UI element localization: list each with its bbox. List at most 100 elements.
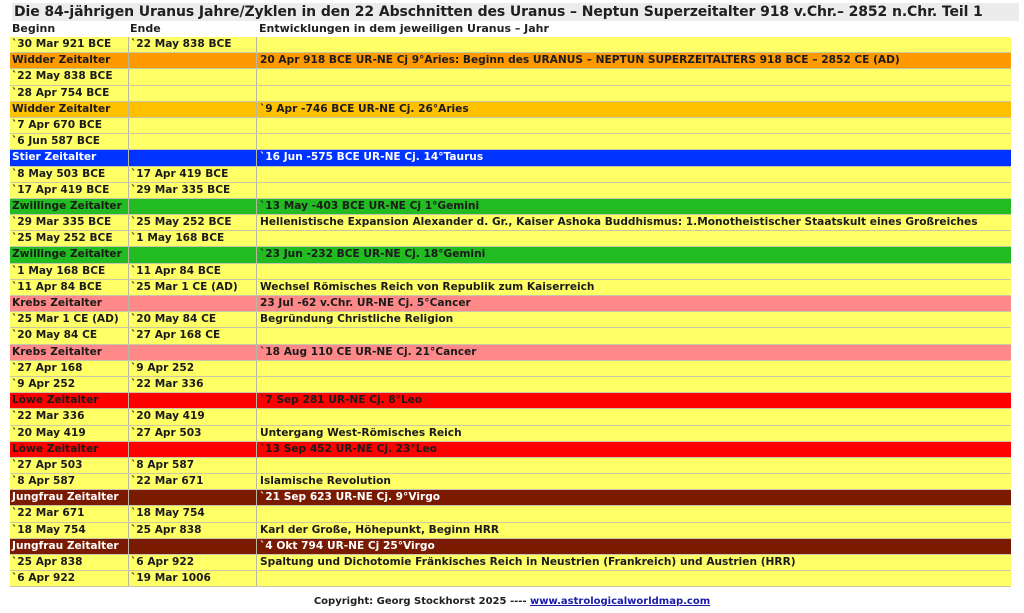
end-cell: `17 Apr 419 BCE xyxy=(128,166,256,182)
end-cell xyxy=(128,296,256,312)
end-cell: `25 Apr 838 xyxy=(128,522,256,538)
development-cell xyxy=(256,69,1011,85)
end-cell: `20 May 84 CE xyxy=(128,312,256,328)
end-cell: `9 Apr 252 xyxy=(128,360,256,376)
table-row: `6 Apr 922 `19 Mar 1006 xyxy=(10,571,1011,588)
development-cell: Begründung Christliche Religion xyxy=(256,312,1011,328)
begin-cell: Widder Zeitalter xyxy=(12,54,111,67)
end-cell xyxy=(128,490,256,506)
begin-cell: `1 May 168 BCE xyxy=(12,264,106,277)
table-row: `28 Apr 754 BCE xyxy=(10,85,1011,102)
development-cell xyxy=(256,85,1011,101)
end-cell: `27 Apr 168 CE xyxy=(128,328,256,344)
copyright-text: Copyright: Georg Stockhorst 2025 ---- xyxy=(313,596,531,607)
development-cell: `7 Sep 281 UR-NE Cj. 8°Leo xyxy=(256,393,1011,409)
footer: Copyright: Georg Stockhorst 2025 ---- ww… xyxy=(0,596,1024,607)
end-cell: `27 Apr 503 xyxy=(128,425,256,441)
begin-cell: Jungfrau Zeitalter xyxy=(12,491,119,504)
end-cell xyxy=(128,150,256,166)
end-cell xyxy=(128,53,256,69)
table-row: `11 Apr 84 BCE `25 Mar 1 CE (AD) Wechsel R… xyxy=(10,279,1011,296)
begin-cell: `18 May 754 xyxy=(12,523,86,536)
begin-cell: Krebs Zeitalter xyxy=(12,345,103,358)
begin-cell: `6 Jun 587 BCE xyxy=(12,135,100,148)
development-cell: `9 Apr -746 BCE UR-NE Cj. 26°Aries xyxy=(256,101,1011,117)
era-table: `30 Mar 921 BCE `22 May 838 BCE Widder Zei… xyxy=(10,37,1011,588)
development-cell: `16 Jun -575 BCE UR-NE Cj. 14°Taurus xyxy=(256,150,1011,166)
end-cell xyxy=(128,538,256,554)
table-row: `25 Mar 1 CE (AD) `20 May 84 CE Begründung… xyxy=(10,312,1011,329)
development-cell xyxy=(256,506,1011,522)
table-row: Krebs Zeitalter `18 Aug 110 CE UR-NE Cj. … xyxy=(10,344,1011,361)
table-row: `18 May 754 `25 Apr 838 Karl der Große, Hö… xyxy=(10,522,1011,539)
begin-cell: `9 Apr 252 xyxy=(12,377,76,390)
website-link[interactable]: www.astrologicalworldmap.com xyxy=(530,596,710,607)
development-cell: 20 Apr 918 BCE UR-NE Cj 9°Aries: Beginn … xyxy=(256,53,1011,69)
table-row: Jungfrau Zeitalter `21 Sep 623 UR-NE Cj. … xyxy=(10,490,1011,507)
development-cell: 23 Jul -62 v.Chr. UR-NE Cj. 5°Cancer xyxy=(256,296,1011,312)
development-cell xyxy=(256,328,1011,344)
end-cell: `25 Mar 1 CE (AD) xyxy=(128,279,256,295)
end-cell: `29 Mar 335 BCE xyxy=(128,182,256,198)
begin-cell: Zwillinge Zeitalter xyxy=(12,199,122,212)
end-cell xyxy=(128,69,256,85)
development-cell xyxy=(256,166,1011,182)
development-cell xyxy=(256,182,1011,198)
table-row: `22 Mar 336 `20 May 419 xyxy=(10,409,1011,426)
development-cell: Karl der Große, Höhepunkt, Beginn HRR xyxy=(256,522,1011,538)
table-row: `8 May 503 BCE `17 Apr 419 BCE xyxy=(10,166,1011,183)
development-cell xyxy=(256,117,1011,134)
development-cell: Untergang West-Römisches Reich xyxy=(256,425,1011,441)
development-cell xyxy=(256,360,1011,376)
begin-cell: Krebs Zeitalter xyxy=(12,297,103,309)
table-row: `27 Apr 168 `9 Apr 252 xyxy=(10,360,1011,377)
development-cell: `23 Jun -232 BCE UR-NE Cj. 18°Gemini xyxy=(256,247,1011,263)
end-cell: `25 May 252 BCE xyxy=(128,215,256,231)
end-cell: `22 Mar 671 xyxy=(128,474,256,490)
end-cell: `11 Apr 84 BCE xyxy=(128,263,256,279)
end-cell: `1 May 168 BCE xyxy=(128,231,256,247)
end-cell: `8 Apr 587 xyxy=(128,457,256,474)
development-cell xyxy=(256,37,1011,53)
begin-cell: Stier Zeitalter xyxy=(12,151,97,164)
begin-cell: `25 May 252 BCE xyxy=(12,232,113,245)
end-cell xyxy=(128,441,256,457)
end-cell: `22 May 838 BCE xyxy=(128,37,256,53)
end-cell: `18 May 754 xyxy=(128,506,256,522)
begin-cell: Zwillinge Zeitalter xyxy=(12,248,122,261)
table-row: `7 Apr 670 BCE xyxy=(10,117,1011,135)
table-row: `17 Apr 419 BCE `29 Mar 335 BCE xyxy=(10,182,1011,199)
begin-cell: `22 May 838 BCE xyxy=(12,70,113,83)
begin-cell: `8 Apr 587 xyxy=(12,475,76,488)
end-cell: `6 Apr 922 xyxy=(128,555,256,571)
end-cell xyxy=(128,344,256,360)
development-cell: `13 Sep 452 UR-NE Cj. 23°Leo xyxy=(256,441,1011,457)
development-cell xyxy=(256,376,1011,393)
header-end: Ende xyxy=(130,21,256,37)
table-row: `20 May 84 CE `27 Apr 168 CE xyxy=(10,328,1011,345)
table-row: Krebs Zeitalter 23 Jul -62 v.Chr. UR-NE C… xyxy=(10,296,1011,313)
end-cell xyxy=(128,117,256,134)
begin-cell: `27 Apr 168 xyxy=(12,361,83,374)
development-cell: `13 May -403 BCE UR-NE Cj 1°Gemini xyxy=(256,198,1011,215)
end-cell xyxy=(128,393,256,409)
begin-cell: `30 Mar 921 BCE xyxy=(12,38,112,50)
development-cell xyxy=(256,409,1011,425)
table-row: `1 May 168 BCE `11 Apr 84 BCE xyxy=(10,263,1011,280)
table-row: `30 Mar 921 BCE `22 May 838 BCE xyxy=(10,37,1011,54)
end-cell: `19 Mar 1006 xyxy=(128,571,256,587)
development-cell: Wechsel Römisches Reich von Republik zum… xyxy=(256,279,1011,295)
table-row: `29 Mar 335 BCE `25 May 252 BCE Hellenisti… xyxy=(10,215,1011,232)
end-cell xyxy=(128,101,256,117)
development-cell: `21 Sep 623 UR-NE Cj. 9°Virgo xyxy=(256,490,1011,506)
development-cell xyxy=(256,571,1011,587)
table-row: `25 May 252 BCE `1 May 168 BCE xyxy=(10,231,1011,248)
table-row: `22 Mar 671 `18 May 754 xyxy=(10,506,1011,523)
development-cell: `4 Okt 794 UR-NE Cj 25°Virgo xyxy=(256,538,1011,554)
table-row: Jungfrau Zeitalter `4 Okt 794 UR-NE Cj 25… xyxy=(10,538,1011,555)
begin-cell: `25 Apr 838 xyxy=(12,556,83,568)
page-title: Die 84-jährigen Uranus Jahre/Zyklen in d… xyxy=(12,3,1019,21)
table-row: Widder Zeitalter `9 Apr -746 BCE UR-NE Cj… xyxy=(10,101,1011,118)
begin-cell: `7 Apr 670 BCE xyxy=(12,118,102,131)
table-row: `27 Apr 503 `8 Apr 587 xyxy=(10,457,1011,475)
